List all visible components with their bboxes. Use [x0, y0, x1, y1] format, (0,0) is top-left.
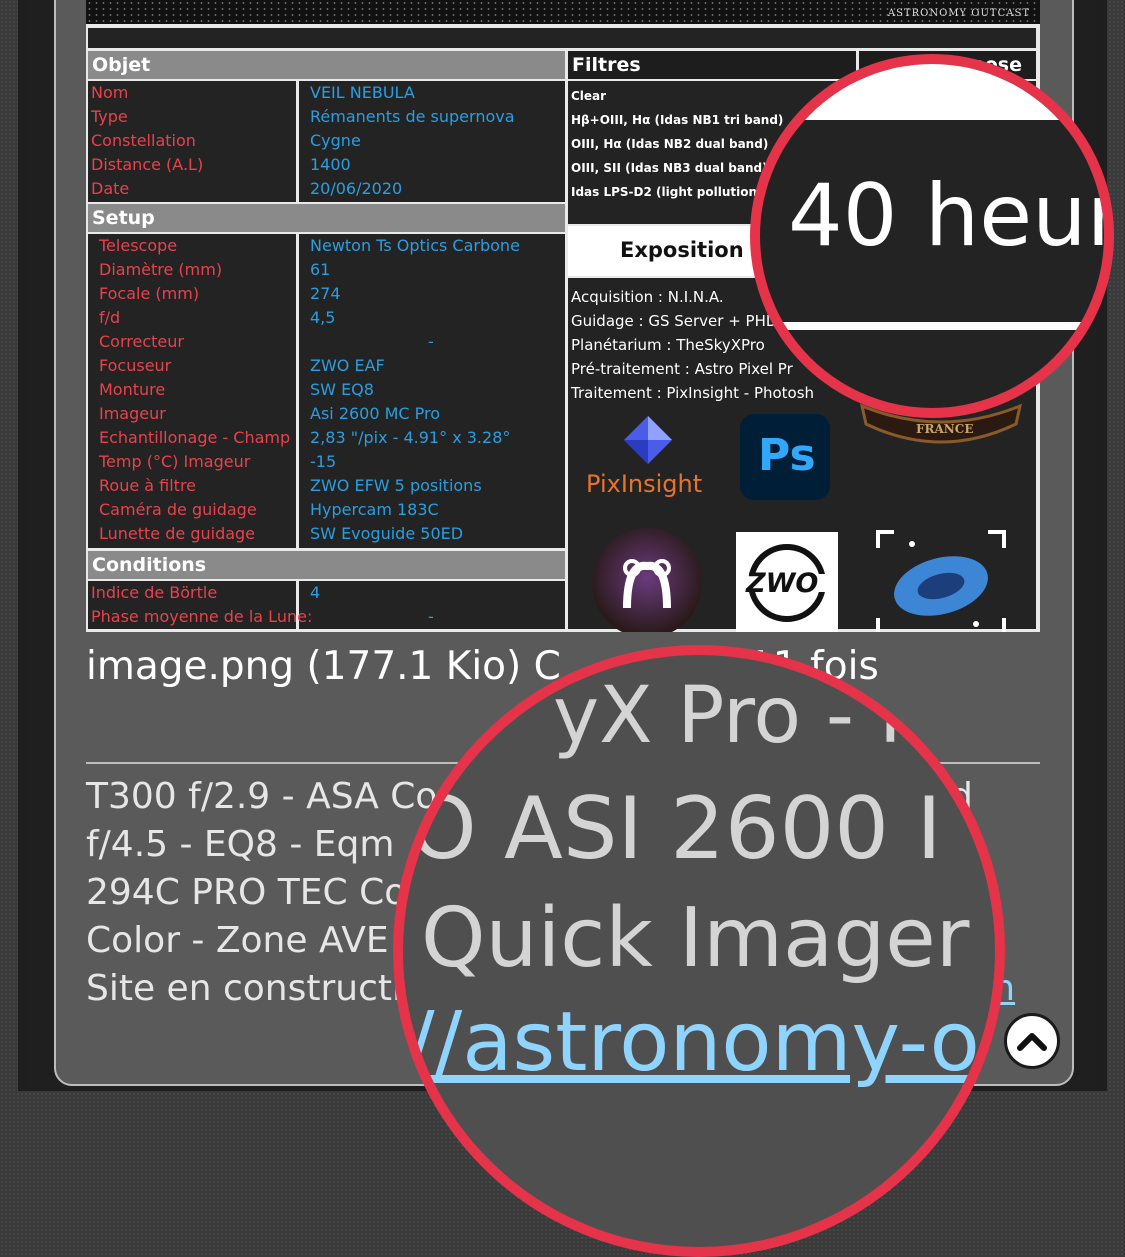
- conditions-row-label: Phase moyenne de la Lune:: [91, 607, 313, 626]
- objet-row-value: VEIL NEBULA: [310, 83, 415, 102]
- signature-line: Site en constructi: [86, 968, 403, 1009]
- objet-row-label: Type: [91, 107, 128, 126]
- setup-row-label: Focuseur: [99, 356, 172, 375]
- astro-banner: ASTRONOMY OUTCAST: [86, 0, 1040, 24]
- magnified-link[interactable]: //astronomy-o: [407, 995, 980, 1090]
- setup-row-value: 2,83 "/pix - 4.91° x 3.28°: [310, 428, 511, 447]
- setup-row-value: -: [428, 332, 434, 351]
- setup-row-label: Roue à filtre: [99, 476, 197, 495]
- magnifier-exposure: 40 heur: [750, 54, 1114, 418]
- magnified-line1: yX Pro - F: [553, 671, 924, 761]
- magnified-exposure-text: 40 heur: [788, 166, 1114, 266]
- conditions-row-value: 4: [310, 583, 321, 602]
- setup-header: Setup: [88, 204, 565, 232]
- objet-row-value: 20/06/2020: [310, 179, 403, 198]
- setup-row-label: f/d: [99, 308, 121, 327]
- skyxpro-logo: [876, 530, 1006, 632]
- scroll-to-top-button[interactable]: [1004, 1013, 1060, 1069]
- magnified-line3: Quick Imager: [421, 891, 970, 986]
- pixinsight-text: PixInsight: [586, 470, 703, 498]
- software-line: Acquisition : N.I.N.A.: [571, 288, 724, 306]
- conditions-header: Conditions: [88, 551, 565, 579]
- setup-row-value: -15: [310, 452, 337, 471]
- objet-row-value: Rémanents de supernova: [310, 107, 515, 126]
- setup-row-label: Diamètre (mm): [99, 260, 223, 279]
- software-line: Guidage : GS Server + PHD: [571, 312, 778, 330]
- signature-line: Color - Zone AVE: [86, 920, 389, 961]
- conditions-row-label: Indice de Börtle: [91, 583, 218, 602]
- sheet-top-band: [88, 28, 1036, 48]
- filter-item: OIII, Hα (Idas NB2 dual band): [571, 137, 769, 151]
- setup-row-value: ZWO EFW 5 positions: [310, 476, 482, 495]
- signature-line: f/4.5 - EQ8 - Eqm: [86, 824, 395, 865]
- software-line: Planétarium : TheSkyXPro: [571, 336, 765, 354]
- signature-line: T300 f/2.9 - ASA Co: [86, 776, 438, 817]
- objet-row-label: Date: [91, 179, 130, 198]
- setup-table: Telescope Newton Ts Optics Carbone Diamètr…: [88, 234, 565, 548]
- setup-row-label: Lunette de guidage: [99, 524, 256, 543]
- setup-row-label: Telescope: [99, 236, 178, 255]
- exposition-title: Exposition t: [620, 238, 762, 262]
- setup-row-value: 4,5: [310, 308, 336, 327]
- setup-row-value: SW Evoguide 50ED: [310, 524, 464, 543]
- setup-row-label: Temp (°C) Imageur: [99, 452, 251, 471]
- objet-row-label: Nom: [91, 83, 129, 102]
- setup-row-label: Focale (mm): [99, 284, 200, 303]
- setup-row-value: SW EQ8: [310, 380, 374, 399]
- filter-item: Clear: [571, 89, 607, 103]
- software-line: Pré-traitement : Astro Pixel Pr: [571, 360, 793, 378]
- setup-row-value: 274: [310, 284, 341, 303]
- magnified-line2: O ASI 2600 I: [409, 779, 942, 879]
- attachment-caption: image.png (177.1 Kio) C: [86, 644, 561, 689]
- conditions-row-value: -: [428, 607, 434, 626]
- filter-item: OIII, SII (Idas NB3 dual band): [571, 161, 768, 175]
- software-line: Traitement : PixInsight - Photosh: [571, 384, 815, 402]
- setup-row-value: Newton Ts Optics Carbone: [310, 236, 520, 255]
- setup-row-value: Hypercam 183C: [310, 500, 439, 519]
- objet-table: Nom VEIL NEBULA Type Rémanents de supernova…: [88, 81, 565, 202]
- magnifier-signature: yX Pro - F O ASI 2600 I Quick Imager //a…: [393, 645, 1005, 1257]
- objet-row-label: Distance (A.L): [91, 155, 204, 174]
- signature-line: 294C PRO TEC Co: [86, 872, 407, 913]
- filter-item: Hβ+OIII, Hα (Idas NB1 tri band): [571, 113, 784, 127]
- astro-pixel-processor-logo: [592, 528, 702, 632]
- setup-row-value: 61: [310, 260, 331, 279]
- setup-row-value: Asi 2600 MC Pro: [310, 404, 441, 423]
- photoshop-logo: Ps: [740, 414, 830, 500]
- zwo-logo: ZWO: [736, 532, 838, 632]
- setup-row-label: Caméra de guidage: [99, 500, 257, 519]
- chevron-up-icon: [1017, 1033, 1047, 1051]
- conditions-table: Indice de Börtle 4 Phase moyenne de la Lun…: [88, 581, 565, 629]
- page-frame-left: [18, 0, 28, 1091]
- banner-credit: ASTRONOMY OUTCAST: [887, 8, 1030, 19]
- objet-row-label: Constellation: [91, 131, 196, 150]
- setup-row-label: Monture: [99, 380, 166, 399]
- setup-row-label: Correcteur: [99, 332, 184, 351]
- setup-row-label: Imageur: [99, 404, 166, 423]
- objet-row-value: 1400: [310, 155, 351, 174]
- objet-header: Objet: [88, 51, 565, 79]
- setup-row-label: Echantillonage - Champ: [99, 428, 291, 447]
- setup-row-value: ZWO EAF: [310, 356, 385, 375]
- objet-row-value: Cygne: [310, 131, 361, 150]
- pixinsight-logo: PixInsight: [586, 414, 710, 506]
